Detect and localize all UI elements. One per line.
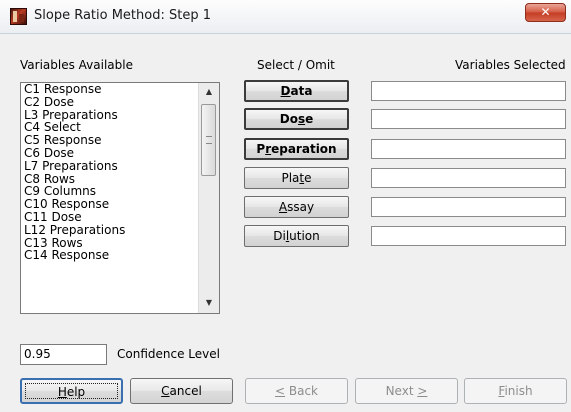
- select-omit-label: Select / Omit: [257, 58, 335, 72]
- close-button[interactable]: ✕: [525, 3, 566, 22]
- cancel-label: ancel: [169, 384, 202, 398]
- select-button-dose[interactable]: Dose: [244, 108, 349, 130]
- window-title: Slope Ratio Method: Step 1: [34, 8, 211, 23]
- help-button[interactable]: Help: [20, 378, 123, 404]
- next-accel: >: [417, 384, 428, 398]
- list-item[interactable]: C2 Dose: [24, 95, 199, 109]
- list-item[interactable]: L12 Preparations: [24, 223, 199, 237]
- button-label: P: [256, 142, 266, 156]
- list-item[interactable]: C6 Dose: [24, 147, 199, 160]
- focus-rectangle: [25, 383, 118, 399]
- cancel-accel: C: [161, 384, 170, 398]
- select-button-preparation[interactable]: Preparation: [244, 138, 349, 160]
- selected-variable-field[interactable]: [371, 109, 566, 129]
- back-accel: <: [274, 384, 286, 398]
- button-label: Pla: [281, 171, 300, 185]
- button-label: ata: [290, 84, 313, 98]
- button-label: ution: [289, 229, 320, 243]
- variables-list: C1 Response C2 Dose L3 Preparations C4 Sele…: [24, 83, 199, 262]
- variables-selected-label: Variables Selected: [455, 58, 566, 72]
- select-button-assay[interactable]: Assay: [244, 196, 349, 218]
- button-accel: A: [278, 200, 288, 214]
- list-item[interactable]: C11 Dose: [24, 211, 199, 224]
- confidence-level-input[interactable]: 0.95: [20, 344, 107, 365]
- selected-variable-field[interactable]: [371, 197, 566, 217]
- button-label: eparation: [271, 142, 337, 156]
- button-label: Do: [279, 112, 298, 126]
- scroll-up-icon[interactable]: ▲: [199, 83, 219, 100]
- button-label: Di: [273, 229, 286, 243]
- list-item[interactable]: C14 Response: [24, 249, 199, 262]
- app-icon: [10, 8, 27, 25]
- variables-listbox[interactable]: C1 Response C2 Dose L3 Preparations C4 Sele…: [20, 82, 220, 314]
- confidence-level-label: Confidence Level: [117, 347, 220, 361]
- finish-label: inish: [504, 384, 533, 398]
- vertical-scrollbar[interactable]: ▲ ▼: [198, 83, 219, 313]
- title-bar: Slope Ratio Method: Step 1 ✕: [0, 0, 571, 34]
- back-button[interactable]: < Back: [245, 378, 348, 404]
- back-label: Back: [285, 384, 318, 398]
- finish-button[interactable]: Finish: [464, 378, 567, 404]
- button-label: e: [305, 112, 314, 126]
- selected-variable-field[interactable]: [371, 168, 566, 188]
- select-button-data[interactable]: Data: [244, 80, 349, 102]
- select-button-dilution[interactable]: Dilution: [244, 225, 349, 247]
- select-button-plate[interactable]: Plate: [244, 167, 349, 189]
- list-item[interactable]: L7 Preparations: [24, 159, 199, 173]
- next-label: Next: [385, 384, 418, 398]
- selected-variable-field[interactable]: [371, 226, 566, 246]
- scroll-thumb[interactable]: [201, 104, 216, 176]
- button-accel: D: [280, 84, 291, 98]
- variables-available-label: Variables Available: [20, 58, 133, 72]
- next-button[interactable]: Next >: [355, 378, 458, 404]
- list-item[interactable]: C1 Response: [24, 83, 199, 96]
- cancel-button[interactable]: Cancel: [130, 378, 233, 404]
- selected-variable-field[interactable]: [371, 81, 566, 101]
- button-label: e: [304, 171, 312, 185]
- selected-variable-field[interactable]: [371, 139, 566, 159]
- scroll-down-icon[interactable]: ▼: [199, 294, 219, 311]
- button-label: ssay: [287, 200, 315, 214]
